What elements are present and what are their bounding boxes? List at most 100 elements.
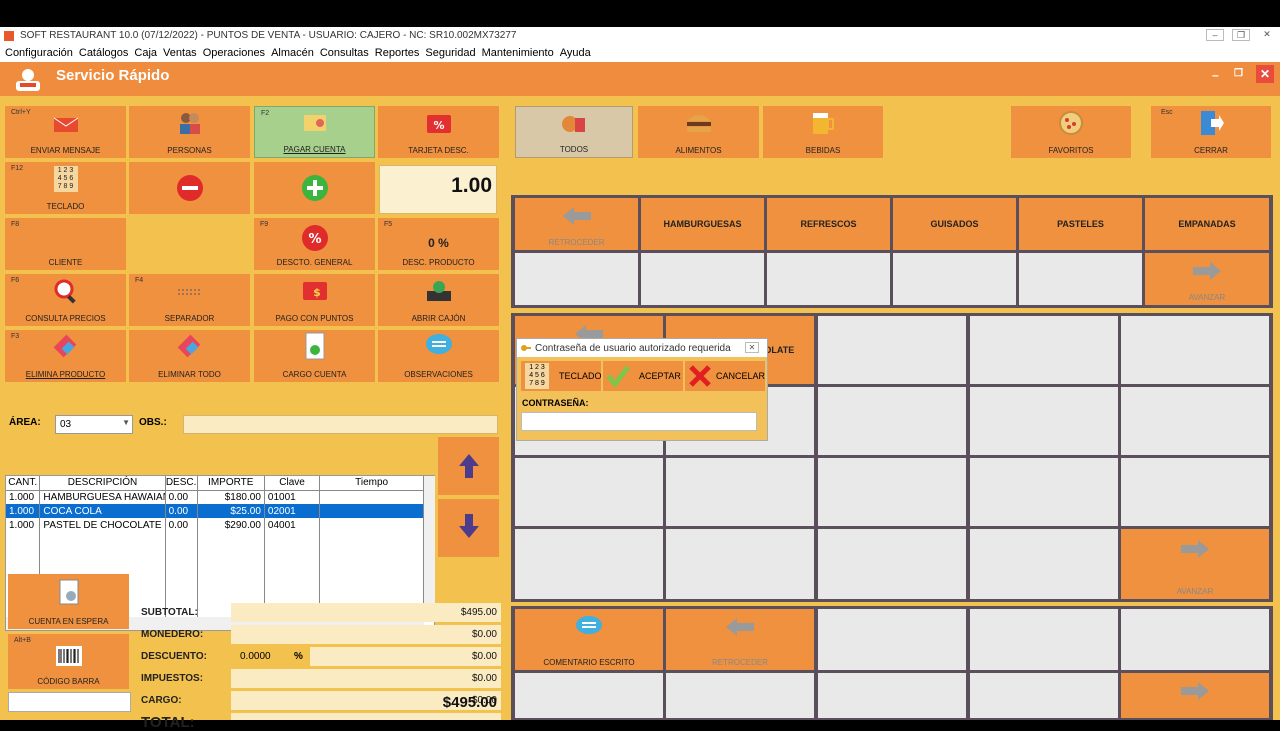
discount-value: $0.00 — [310, 647, 501, 666]
cash-drawer-icon — [426, 281, 451, 301]
password-input[interactable] — [521, 412, 757, 431]
client-button[interactable]: F8 CLIENTE — [5, 218, 126, 270]
wallet-label: MONEDERO: — [141, 629, 204, 640]
nav-food-button[interactable]: ALIMENTOS — [638, 106, 759, 158]
product-discount-button[interactable]: F5 0 % DESC. PRODUCTO — [378, 218, 499, 270]
column-header[interactable]: Clave — [264, 476, 321, 491]
menu-mantenimiento[interactable]: Mantenimiento — [482, 47, 554, 59]
button-label: TODOS — [559, 145, 589, 154]
menu-ayuda[interactable]: Ayuda — [560, 47, 591, 59]
scroll-up-button[interactable] — [438, 437, 499, 495]
dialog-close-button[interactable]: ✕ — [745, 342, 759, 353]
percent-sign: % — [294, 651, 303, 662]
menu-operaciones[interactable]: Operaciones — [203, 47, 265, 59]
barcode-input[interactable] — [8, 692, 131, 712]
close-panel-button[interactable]: Esc CERRAR — [1151, 106, 1271, 158]
nav-favorites-button[interactable]: FAVORITOS — [1011, 106, 1131, 158]
shortcut-label: F12 — [11, 165, 24, 172]
cell-discount: 0.00 — [165, 504, 198, 518]
nav-drinks-button[interactable]: BEBIDAS — [763, 106, 883, 158]
column-header[interactable]: Tiempo — [319, 476, 424, 491]
separator-button[interactable]: F4 SEPARADOR — [129, 274, 250, 326]
open-drawer-button[interactable]: ABRIR CAJÓN — [378, 274, 499, 326]
general-discount-button[interactable]: F9 % DESCTO. GENERAL — [254, 218, 375, 270]
keyboard-button[interactable]: F12 1 2 3 4 5 6 7 8 9 TECLADO — [5, 162, 126, 214]
product-discount-value: 0 % — [428, 236, 449, 250]
button-label: ALIMENTOS — [675, 146, 722, 155]
delete-product-button[interactable]: F3 ELIMINA PRODUCTO — [5, 330, 126, 382]
menu-reportes[interactable]: Reportes — [375, 47, 420, 59]
panel-minimize-button[interactable]: – — [1212, 68, 1219, 82]
maximize-button[interactable]: ❐ — [1232, 29, 1250, 41]
charge-label: CARGO: — [141, 695, 182, 706]
observations-input[interactable] — [183, 415, 498, 434]
categories-next-button[interactable]: AVANZAR — [1145, 253, 1269, 305]
button-label: OBSERVACIONES — [404, 370, 473, 379]
table-row[interactable]: 1.000 PASTEL DE CHOCOLATE 0.00 $290.00 0… — [6, 518, 424, 532]
products-next-button[interactable]: AVANZAR — [1121, 529, 1269, 599]
panel-restore-button[interactable]: ❐ — [1234, 68, 1243, 79]
scroll-down-button[interactable] — [438, 499, 499, 557]
pay-bill-button[interactable]: F2 PAGAR CUENTA — [254, 106, 375, 158]
separator-icon — [177, 289, 202, 295]
column-header[interactable]: IMPORTE — [197, 476, 265, 491]
vertical-scrollbar[interactable] — [424, 476, 435, 616]
category-refrescos[interactable]: REFRESCOS — [767, 198, 890, 250]
category-empanadas[interactable]: EMPANADAS — [1145, 198, 1269, 250]
minimize-button[interactable]: – — [1206, 29, 1224, 41]
category-pasteles[interactable]: PASTELES — [1019, 198, 1142, 250]
column-header[interactable]: DESC. — [165, 476, 198, 491]
plus-icon — [301, 175, 328, 201]
menu-consultas[interactable]: Consultas — [320, 47, 369, 59]
charge-account-button[interactable]: CARGO CUENTA — [254, 330, 375, 382]
decrease-quantity-button[interactable] — [129, 162, 250, 214]
wallet-value: $0.00 — [231, 625, 501, 644]
increase-quantity-button[interactable] — [254, 162, 375, 214]
menu-ventas[interactable]: Ventas — [163, 47, 197, 59]
checkmark-icon — [606, 365, 630, 388]
delete-all-button[interactable]: ELIMINAR TODO — [129, 330, 250, 382]
empty-slot — [818, 458, 966, 526]
pizza-icon — [1059, 111, 1083, 135]
column-header[interactable]: CANT. — [6, 476, 41, 491]
menu-bar: Configuración Catálogos Caja Ventas Oper… — [0, 44, 1280, 62]
dialog-accept-button[interactable]: ACEPTAR — [603, 361, 683, 391]
area-select[interactable]: 03 ▼ — [55, 415, 133, 434]
table-row[interactable]: 1.000 HAMBURGUESA HAWAIANA 0.00 $180.00 … — [6, 490, 424, 504]
page-title: Servicio Rápido — [56, 67, 170, 84]
send-message-button[interactable]: Ctrl+Y ENVIAR MENSAJE — [5, 106, 126, 158]
persons-button[interactable]: PERSONAS — [129, 106, 250, 158]
menu-catalogos[interactable]: Catálogos — [79, 47, 129, 59]
key-icon — [521, 345, 531, 351]
modifiers-back-button[interactable]: RETROCEDER — [666, 609, 814, 670]
panel-close-button[interactable]: ✕ — [1256, 65, 1274, 83]
column-header[interactable]: DESCRIPCIÓN — [39, 476, 166, 491]
category-guisados[interactable]: GUISADOS — [893, 198, 1016, 250]
restaurant-logo-icon — [16, 69, 40, 91]
price-lookup-button[interactable]: F6 CONSULTA PRECIOS — [5, 274, 126, 326]
button-label: AVANZAR — [1188, 293, 1226, 302]
observations-button[interactable]: OBSERVACIONES — [378, 330, 499, 382]
chevron-down-icon: ▼ — [122, 418, 130, 427]
empty-slot — [515, 458, 663, 526]
close-window-button[interactable]: ✕ — [1258, 29, 1276, 41]
dialog-keyboard-button[interactable]: 1 2 3 4 5 6 7 8 9 TECLADO — [521, 361, 602, 391]
discount-card-button[interactable]: % TARJETA DESC. — [378, 106, 499, 158]
eraser-icon — [53, 334, 76, 358]
table-row[interactable]: 1.000 COCA COLA 0.00 $25.00 02001 — [6, 504, 424, 518]
menu-almacen[interactable]: Almacén — [271, 47, 314, 59]
written-comment-button[interactable]: COMENTARIO ESCRITO — [515, 609, 663, 670]
barcode-button[interactable]: Alt+B CÓDIGO BARRA — [8, 634, 129, 689]
exit-door-icon — [1201, 111, 1224, 135]
menu-configuracion[interactable]: Configuración — [5, 47, 73, 59]
account-on-hold-button[interactable]: CUENTA EN ESPERA — [8, 574, 129, 629]
categories-back-button[interactable]: RETROCEDER — [515, 198, 638, 250]
pay-with-points-button[interactable]: $ PAGO CON PUNTOS — [254, 274, 375, 326]
menu-seguridad[interactable]: Seguridad — [425, 47, 475, 59]
empty-slot — [970, 458, 1118, 526]
menu-caja[interactable]: Caja — [134, 47, 157, 59]
dialog-cancel-button[interactable]: CANCELAR — [685, 361, 765, 391]
nav-all-button[interactable]: TODOS — [515, 106, 633, 158]
category-hamburguesas[interactable]: HAMBURGUESAS — [641, 198, 764, 250]
modifiers-next-button[interactable] — [1121, 673, 1269, 718]
